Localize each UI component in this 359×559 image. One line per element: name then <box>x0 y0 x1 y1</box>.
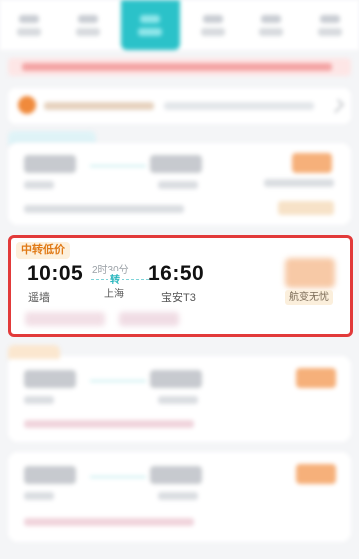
departure-time <box>24 155 76 173</box>
route-line <box>90 380 146 382</box>
date-tab[interactable] <box>184 0 243 50</box>
price <box>292 153 332 173</box>
price <box>296 368 336 388</box>
departure-airport <box>24 396 54 404</box>
flight-card[interactable] <box>8 345 351 442</box>
arrival-time: 16:50 <box>148 262 205 285</box>
flight-card[interactable] <box>8 143 351 225</box>
price <box>296 464 336 484</box>
price <box>285 258 335 288</box>
airline-info <box>119 312 179 326</box>
transfer-mark: 转 <box>108 271 122 286</box>
status-badge <box>278 201 334 215</box>
departure-time: 10:05 <box>27 262 84 285</box>
promo-banner[interactable] <box>8 88 351 124</box>
date-selector <box>0 0 359 50</box>
flight-card[interactable] <box>8 452 351 542</box>
card-tag <box>8 345 60 359</box>
arrival-airport: 宝安T3 <box>161 292 196 304</box>
notice-banner[interactable] <box>8 58 351 76</box>
route-line <box>90 165 146 167</box>
arrival-airport <box>158 396 198 404</box>
transfer-low-price-tag: 中转低价 <box>16 242 70 259</box>
departure-airport <box>24 492 54 500</box>
arrival-airport <box>158 181 198 189</box>
price-note <box>264 179 334 187</box>
promo-icon <box>18 96 36 114</box>
chevron-right-icon <box>329 98 345 114</box>
route-line <box>90 476 146 478</box>
arrival-time <box>150 155 202 173</box>
transfer-city: 上海 <box>104 289 124 300</box>
promo-text <box>44 102 154 110</box>
departure-time <box>24 466 76 484</box>
airline-info <box>25 312 105 326</box>
date-tab-selected[interactable] <box>121 0 180 50</box>
calendar-button[interactable] <box>301 0 359 50</box>
notice-text <box>22 63 332 71</box>
promo-subtext <box>164 102 314 110</box>
airline-info <box>24 205 184 213</box>
arrival-time <box>150 466 202 484</box>
flight-change-protection-badge: 航变无忧 <box>285 290 333 305</box>
date-tab[interactable] <box>242 0 301 50</box>
departure-airport: 遥墙 <box>28 292 50 304</box>
arrival-time <box>150 370 202 388</box>
airline-info <box>24 420 194 428</box>
departure-airport <box>24 181 54 189</box>
arrival-airport <box>158 492 198 500</box>
date-tab[interactable] <box>59 0 118 50</box>
airline-info <box>24 518 194 526</box>
date-tab[interactable] <box>0 0 59 50</box>
flight-card-highlighted[interactable]: 中转低价 10:05 遥墙 2时30分 转 上海 16:50 宝安T3 航变无忧 <box>8 235 353 337</box>
departure-time <box>24 370 76 388</box>
